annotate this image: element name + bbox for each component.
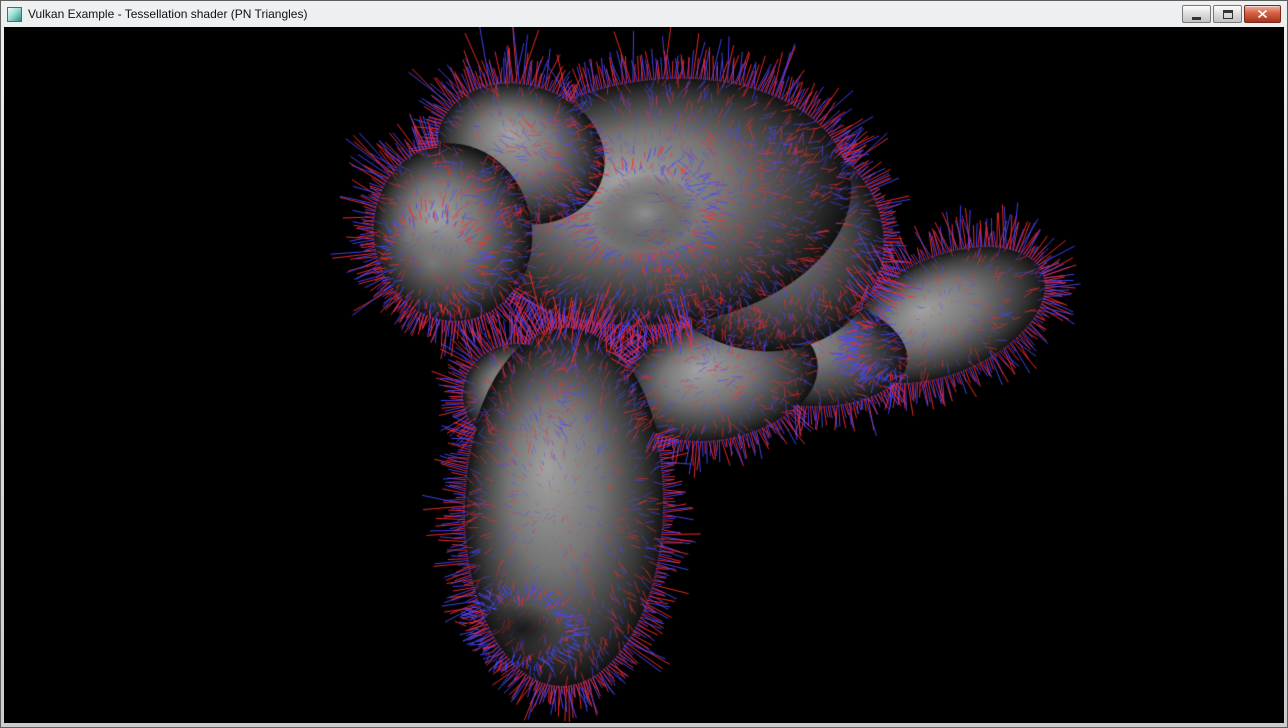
window-title: Vulkan Example - Tessellation shader (PN… — [28, 7, 307, 21]
maximize-icon — [1223, 10, 1233, 19]
minimize-icon — [1192, 17, 1201, 20]
close-icon — [1257, 9, 1268, 19]
minimize-button[interactable] — [1182, 5, 1211, 23]
titlebar[interactable]: Vulkan Example - Tessellation shader (PN… — [4, 1, 1284, 27]
maximize-button[interactable] — [1213, 5, 1242, 23]
app-window: Vulkan Example - Tessellation shader (PN… — [0, 0, 1288, 728]
window-controls — [1182, 5, 1281, 23]
app-icon — [7, 7, 22, 22]
close-button[interactable] — [1244, 5, 1281, 23]
render-viewport[interactable] — [4, 27, 1284, 723]
